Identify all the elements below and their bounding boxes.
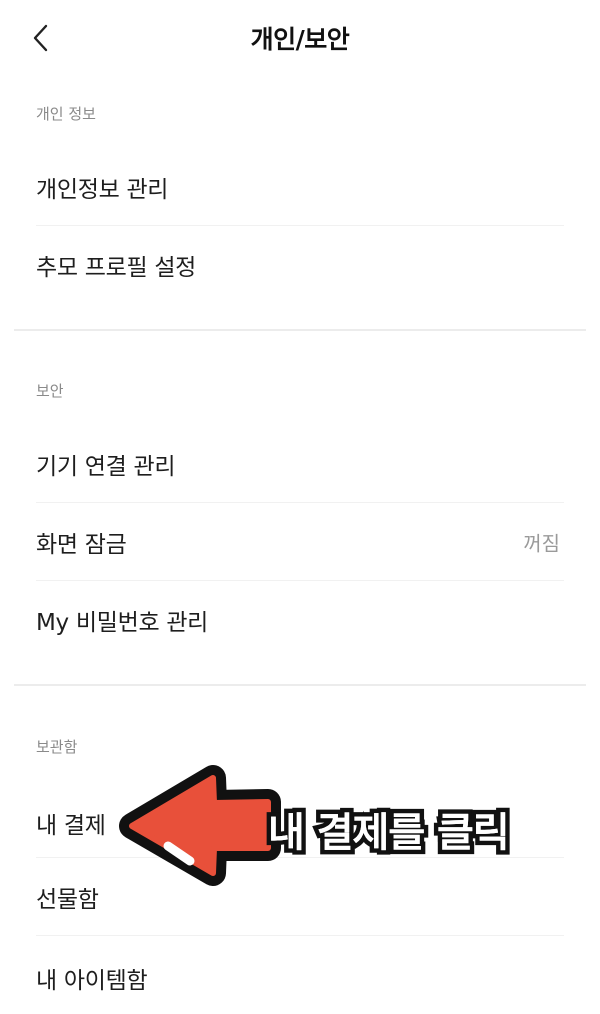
menu-item-device-connection[interactable]: 기기 연결 관리 (36, 425, 564, 503)
menu-item-gift-box[interactable]: 선물함 (36, 858, 564, 936)
menu-item-label: 기기 연결 관리 (36, 454, 176, 480)
menu-item-personal-info-management[interactable]: 개인정보 관리 (36, 148, 564, 226)
screen-lock-status: 꺼짐 (523, 531, 560, 556)
menu-item-label: 개인정보 관리 (36, 177, 169, 203)
menu-item-label: 화면 잠금 (36, 532, 127, 558)
top-bar: 개인/보안 (0, 0, 600, 78)
menu-item-screen-lock[interactable]: 화면 잠금 꺼짐 (36, 503, 564, 581)
menu-item-my-password[interactable]: My 비밀번호 관리 (36, 581, 564, 659)
section-divider (14, 329, 586, 331)
section-label-personal-info: 개인 정보 (36, 105, 96, 123)
page-title: 개인/보안 (250, 25, 350, 54)
menu-item-label: 선물함 (36, 887, 99, 913)
menu-item-label: 내 아이템함 (36, 968, 148, 994)
section-label-storage: 보관함 (36, 738, 78, 756)
annotation-caption: 내 결제를 클릭 (268, 810, 510, 856)
menu-item-label: 내 결제 (36, 813, 106, 839)
menu-item-label: 추모 프로필 설정 (36, 255, 197, 281)
menu-item-memorial-profile[interactable]: 추모 프로필 설정 (36, 226, 564, 304)
section-divider (14, 684, 586, 686)
menu-item-my-items[interactable]: 내 아이템함 (36, 936, 564, 1014)
menu-item-label: My 비밀번호 관리 (36, 610, 209, 636)
section-label-security: 보안 (36, 382, 64, 400)
